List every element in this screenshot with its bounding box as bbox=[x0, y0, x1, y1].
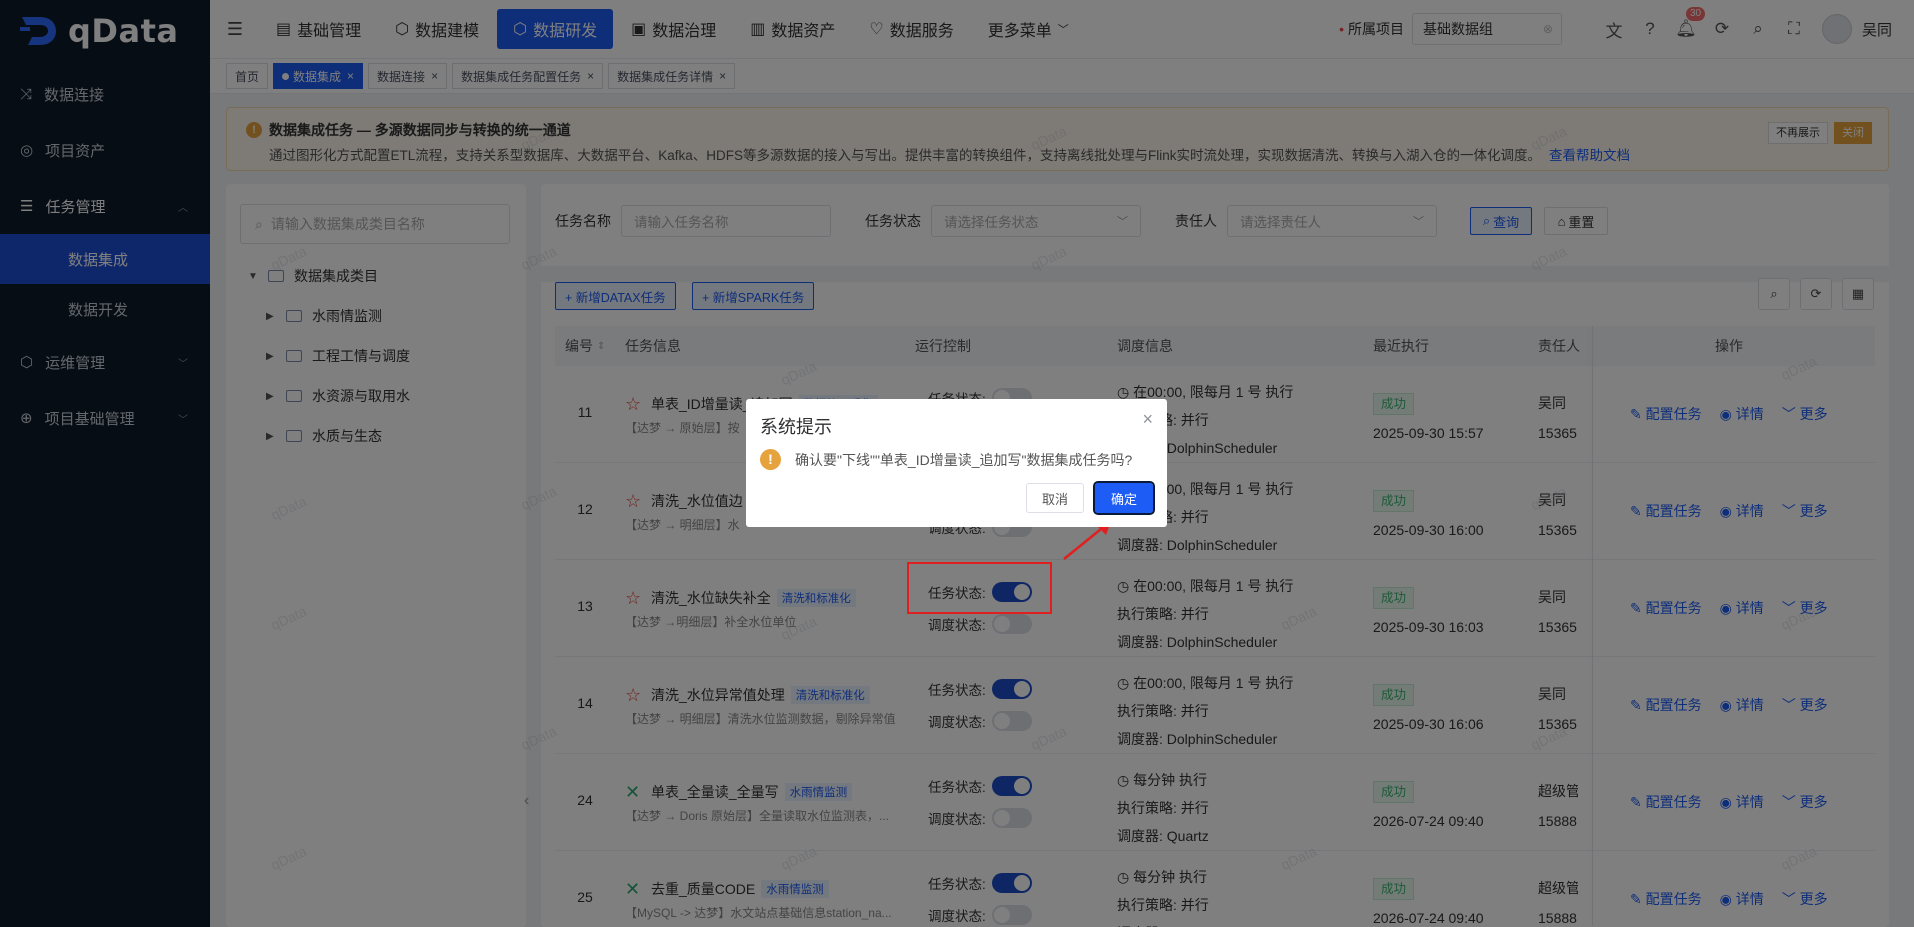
confirm-dialog: 系统提示 × ! 确认要"下线""单表_ID增量读_追加写"数据集成任务吗? 取… bbox=[746, 399, 1167, 527]
close-icon[interactable]: × bbox=[1142, 409, 1153, 430]
confirm-button[interactable]: 确定 bbox=[1093, 481, 1155, 515]
warning-icon: ! bbox=[760, 449, 781, 470]
dialog-title: 系统提示 bbox=[760, 417, 832, 437]
dialog-message: 确认要"下线""单表_ID增量读_追加写"数据集成任务吗? bbox=[795, 452, 1133, 468]
cancel-button[interactable]: 取消 bbox=[1026, 483, 1084, 513]
highlight-box bbox=[907, 562, 1052, 614]
